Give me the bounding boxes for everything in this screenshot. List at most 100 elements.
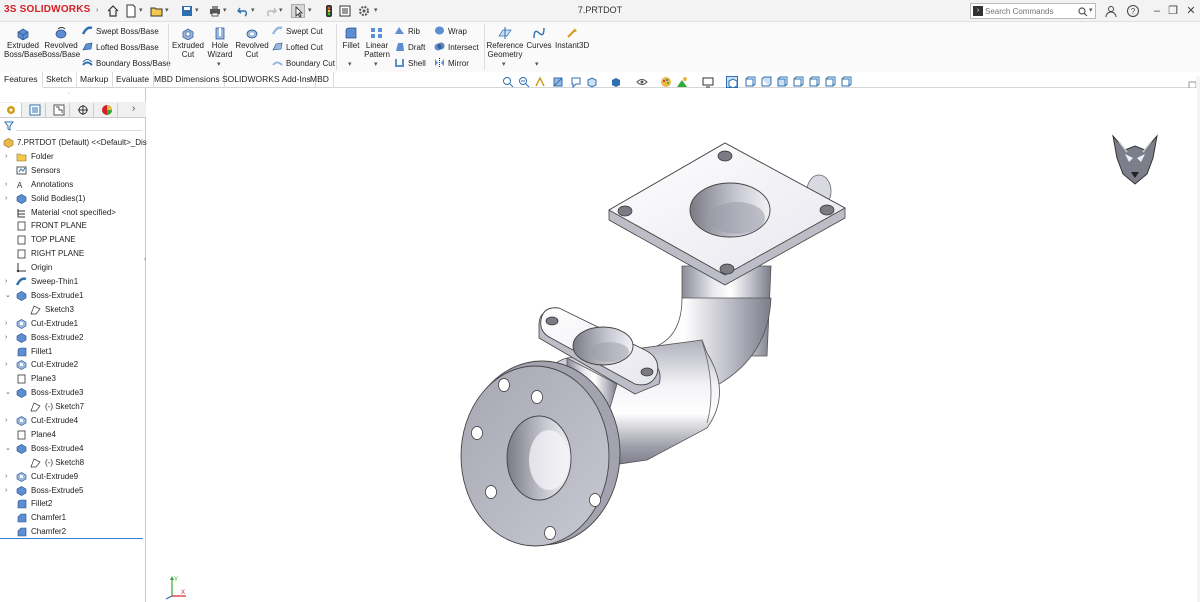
search-icon[interactable] [1077, 6, 1089, 18]
view-orientation-icon[interactable] [586, 76, 598, 88]
expand-chevron-icon[interactable]: › [5, 317, 11, 331]
panel-tabs-more-chevron-icon[interactable]: › [132, 103, 135, 114]
search-dropdown-icon[interactable]: ▾ [1089, 7, 1095, 14]
search-input[interactable] [985, 5, 1075, 17]
expand-chevron-icon[interactable]: › [5, 150, 11, 164]
solidworks-logo[interactable]: 3S SOLIDWORKS [4, 4, 91, 15]
fillet-button[interactable]: Fillet [338, 26, 364, 50]
options-gear-icon[interactable] [357, 4, 371, 18]
section-view-icon[interactable] [552, 76, 564, 88]
instant3d-button[interactable]: Instant3D [555, 26, 589, 50]
rollback-bar[interactable] [0, 538, 143, 539]
open-dropdown-icon[interactable]: ▾ [165, 7, 171, 14]
back-view-icon[interactable] [792, 76, 804, 88]
expand-chevron-icon[interactable]: › [5, 178, 11, 192]
front-view-icon[interactable] [744, 76, 756, 88]
home-icon[interactable] [106, 4, 120, 18]
curves-dropdown-icon[interactable]: ▾ [535, 60, 539, 68]
normal-to-view-icon[interactable] [840, 76, 852, 88]
tab-mbd-dimensions[interactable]: MBD Dimensions [150, 72, 225, 88]
dimxpert-manager-tab[interactable] [72, 103, 94, 117]
open-icon[interactable] [150, 4, 164, 18]
panel-resize-grip-icon[interactable]: ◦ [68, 91, 70, 97]
file-properties-icon[interactable] [338, 4, 352, 18]
boundary-boss-base-button[interactable]: Boundary Boss/Base [82, 57, 171, 70]
configuration-manager-tab[interactable] [48, 103, 70, 117]
undo-dropdown-icon[interactable]: ▾ [251, 7, 257, 14]
print-icon[interactable] [208, 4, 222, 18]
new-document-dropdown-icon[interactable]: ▾ [139, 7, 145, 14]
mirror-button[interactable]: Mirror [434, 57, 469, 70]
lofted-boss-base-button[interactable]: Lofted Boss/Base [82, 41, 159, 54]
fillet-dropdown-icon[interactable]: ▾ [348, 60, 352, 68]
save-icon[interactable] [180, 4, 194, 18]
edit-appearance-icon[interactable] [660, 76, 672, 88]
boundary-cut-button[interactable]: Boundary Cut [272, 57, 335, 70]
view-settings-icon[interactable] [702, 76, 714, 88]
previous-view-icon[interactable] [534, 76, 546, 88]
tab-sketch[interactable]: Sketch [42, 72, 77, 88]
shell-button[interactable]: Shell [394, 57, 426, 70]
revolved-cut-button[interactable]: Revolved Cut [235, 26, 269, 59]
collapse-chevron-icon[interactable]: ⌄ [5, 386, 11, 400]
filter-icon[interactable] [4, 121, 14, 131]
linear-pattern-button[interactable]: Linear Pattern [362, 26, 392, 59]
expand-chevron-icon[interactable]: › [5, 484, 11, 498]
help-icon[interactable]: ? [1126, 4, 1140, 18]
isometric-view-icon[interactable] [726, 76, 738, 89]
expand-chevron-icon[interactable]: › [5, 470, 11, 484]
rib-button[interactable]: Rib [394, 25, 420, 38]
save-dropdown-icon[interactable]: ▾ [195, 7, 201, 14]
display-style-icon[interactable] [610, 76, 622, 88]
property-manager-tab[interactable] [24, 103, 46, 117]
expand-chevron-icon[interactable]: › [5, 275, 11, 289]
reference-geometry-dropdown-icon[interactable]: ▾ [502, 60, 506, 68]
lofted-cut-button[interactable]: Lofted Cut [272, 41, 323, 54]
tab-mbd[interactable]: MBD [306, 72, 334, 88]
feature-manager-tab[interactable] [0, 103, 22, 117]
extruded-cut-button[interactable]: Extruded Cut [170, 26, 206, 59]
collapse-chevron-icon[interactable]: ⌄ [5, 289, 11, 303]
swept-cut-button[interactable]: Swept Cut [272, 25, 323, 38]
tab-features[interactable]: Features [0, 72, 43, 88]
reference-geometry-button[interactable]: Reference Geometry [486, 26, 524, 59]
redo-icon[interactable] [264, 4, 278, 18]
intersect-button[interactable]: Intersect [434, 41, 479, 54]
swept-boss-base-button[interactable]: Swept Boss/Base [82, 25, 159, 38]
search-commands-box[interactable]: › [970, 3, 1096, 19]
draft-button[interactable]: Draft [394, 41, 425, 54]
options-dropdown-icon[interactable]: ▾ [374, 7, 380, 14]
collapse-chevron-icon[interactable]: ⌄ [5, 442, 11, 456]
display-manager-tab[interactable] [96, 103, 118, 117]
undo-icon[interactable] [236, 4, 250, 18]
tab-solidworks-add-ins[interactable]: SOLIDWORKS Add-Ins [218, 72, 316, 88]
new-document-icon[interactable] [124, 4, 138, 18]
minimize-icon[interactable]: – [1150, 4, 1164, 18]
apply-scene-icon[interactable] [676, 76, 688, 88]
extruded-boss-base-button[interactable]: Extruded Boss/Base [4, 26, 42, 59]
left-view-icon[interactable] [808, 76, 820, 88]
redo-dropdown-icon[interactable]: ▾ [279, 7, 285, 14]
zoom-to-area-icon[interactable] [518, 76, 530, 88]
expand-chevron-icon[interactable]: › [5, 192, 11, 206]
hole-wizard-dropdown-icon[interactable]: ▾ [217, 60, 221, 68]
right-view-icon[interactable] [776, 76, 788, 88]
rebuild-icon[interactable] [322, 4, 336, 18]
print-dropdown-icon[interactable]: ▾ [223, 7, 229, 14]
select-dropdown-icon[interactable]: ▾ [308, 7, 314, 14]
linear-pattern-dropdown-icon[interactable]: ▾ [374, 60, 378, 68]
tab-evaluate[interactable]: Evaluate [112, 72, 155, 88]
dynamic-annotation-icon[interactable] [570, 76, 582, 89]
top-view-icon[interactable] [760, 76, 772, 88]
revolved-boss-base-button[interactable]: Revolved Boss/Base [42, 26, 80, 59]
user-icon[interactable] [1104, 4, 1118, 18]
expand-chevron-icon[interactable]: › [5, 358, 11, 372]
tab-markup[interactable]: Markup [76, 72, 114, 88]
hide-show-items-icon[interactable] [636, 76, 648, 88]
expand-chevron-icon[interactable]: › [5, 414, 11, 428]
expand-chevron-icon[interactable]: › [5, 331, 11, 345]
filter-field[interactable] [16, 121, 142, 131]
zoom-to-fit-icon[interactable] [502, 76, 514, 88]
graphics-viewport[interactable] [147, 88, 1197, 602]
curves-button[interactable]: Curves [525, 26, 553, 50]
